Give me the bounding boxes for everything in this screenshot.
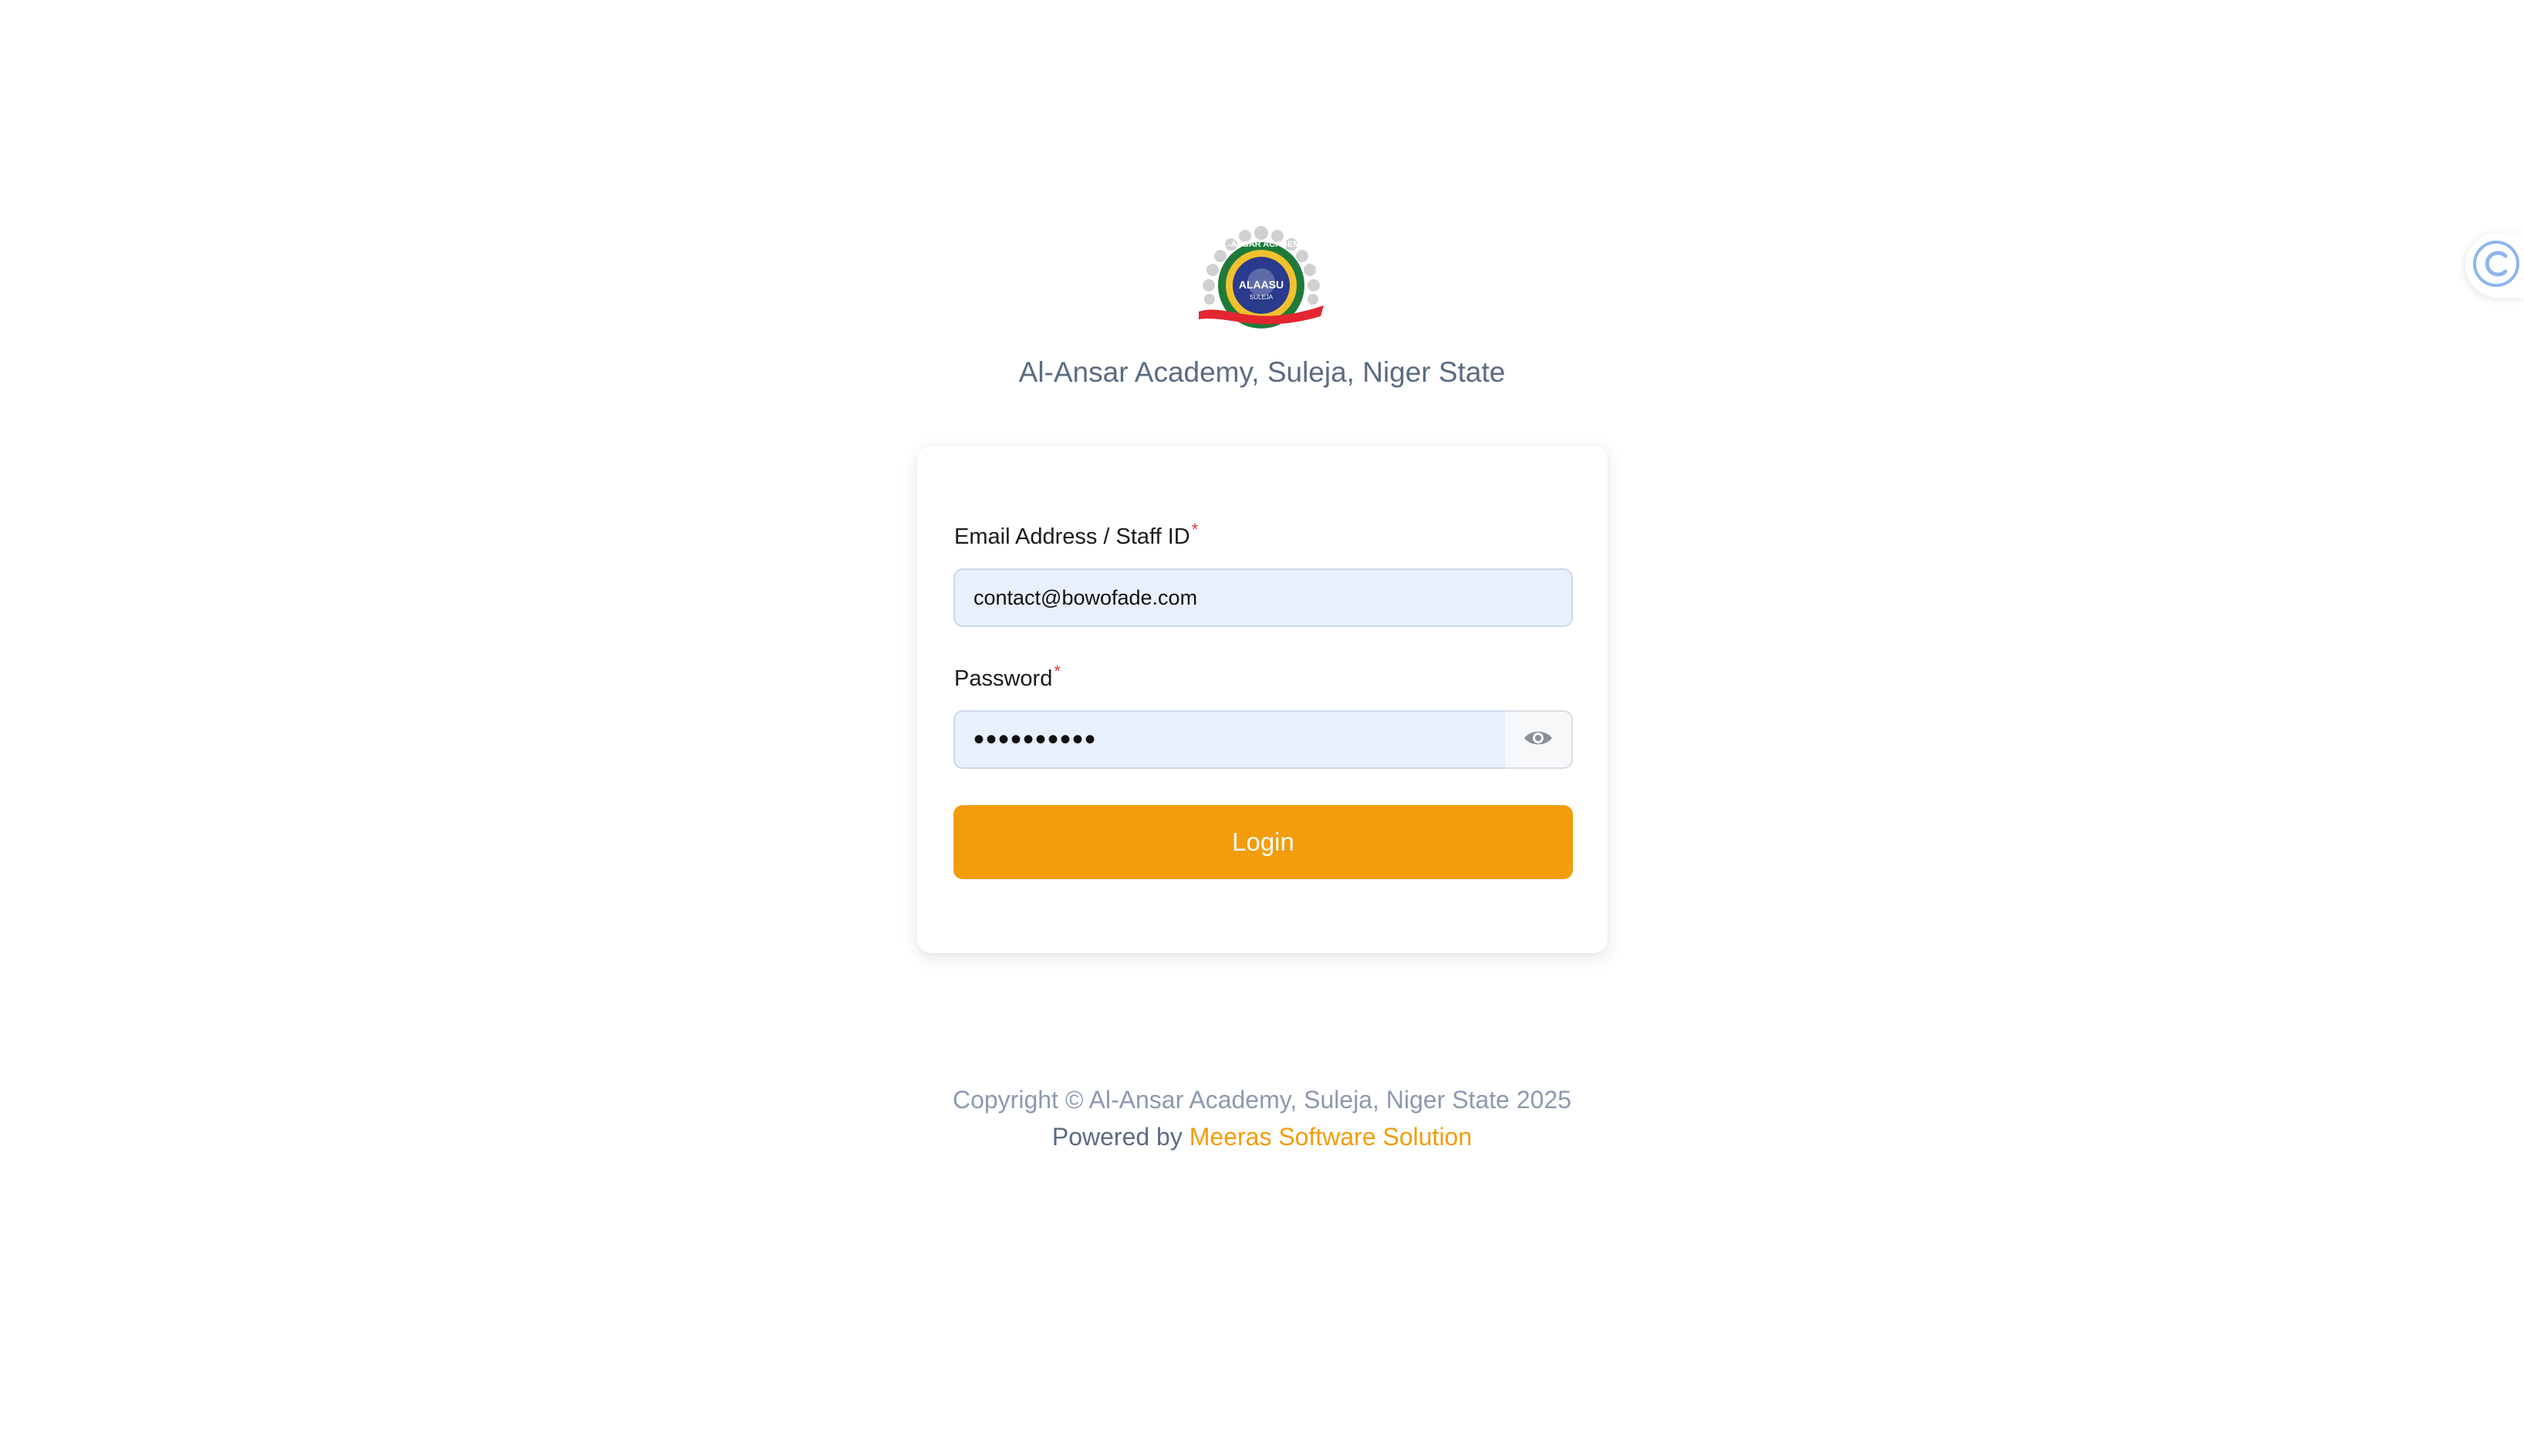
school-logo: AL-ANSAR ACADEMY ALAASU SULEJA bbox=[1197, 225, 1325, 330]
password-toggle-button[interactable] bbox=[1505, 710, 1573, 769]
required-marker: * bbox=[1191, 520, 1199, 539]
logo-center-text: ALAASU bbox=[1239, 278, 1284, 291]
login-button[interactable]: Login bbox=[953, 805, 1573, 879]
email-label: Email Address / Staff ID* bbox=[954, 520, 1198, 550]
meeras-link[interactable]: Meeras Software Solution bbox=[1189, 1123, 1472, 1151]
school-title: Al-Ansar Academy, Suleja, Niger State bbox=[1018, 356, 1506, 388]
email-input[interactable] bbox=[953, 568, 1573, 627]
email-label-text: Email Address / Staff ID bbox=[954, 524, 1190, 549]
eye-icon bbox=[1523, 728, 1554, 752]
required-marker: * bbox=[1054, 662, 1061, 681]
side-assistant-widget[interactable] bbox=[2465, 233, 2524, 298]
password-label-text: Password bbox=[954, 666, 1053, 691]
powered-by: Powered by Meeras Software Solution bbox=[0, 1123, 2524, 1151]
login-page: AL-ANSAR ACADEMY ALAASU SULEJA Al-Ansar … bbox=[0, 0, 2524, 1456]
login-card: Email Address / Staff ID* Password* Logi… bbox=[917, 446, 1608, 953]
logo-ring-text: AL-ANSAR ACADEMY bbox=[1216, 240, 1306, 249]
password-input[interactable] bbox=[953, 710, 1506, 769]
logo-sub-text: SULEJA bbox=[1250, 294, 1274, 301]
powered-by-prefix: Powered by bbox=[1051, 1123, 1189, 1151]
copyright-text: Copyright © Al-Ansar Academy, Suleja, Ni… bbox=[952, 1086, 1572, 1114]
password-label: Password* bbox=[954, 662, 1061, 692]
assistant-c-icon bbox=[2472, 239, 2521, 292]
